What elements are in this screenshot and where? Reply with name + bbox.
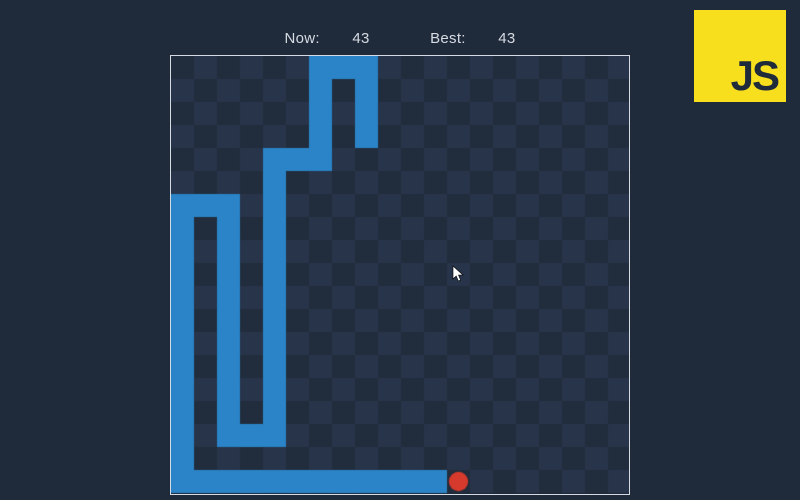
js-logo: JS xyxy=(694,10,786,102)
score-best-label: Best: xyxy=(430,30,466,47)
board-game-layer xyxy=(171,56,629,494)
score-now-value: 43 xyxy=(352,30,369,47)
score-best-value: 43 xyxy=(498,30,515,47)
game-board[interactable] xyxy=(170,55,630,495)
js-logo-text: JS xyxy=(731,52,778,100)
score-now: Now: 43 xyxy=(270,30,388,47)
score-now-label: Now: xyxy=(284,30,319,47)
score-bar: Now: 43 Best: 43 xyxy=(0,30,800,47)
score-best: Best: 43 xyxy=(416,30,529,47)
